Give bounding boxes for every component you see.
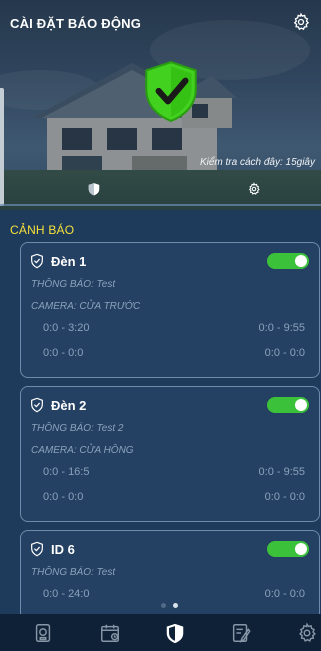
time-range: 0:0 - 3:20: [43, 322, 90, 334]
section-title: CẢNH BÁO: [10, 223, 75, 237]
settings-tab-icon[interactable]: [247, 182, 261, 196]
time-range: 0:0 - 0:0: [264, 347, 305, 359]
notes-icon: [232, 624, 251, 643]
alert-card[interactable]: ID 6 THÔNG BÁO: Test 0:0 - 24:0 0:0 - 0:…: [20, 530, 320, 614]
gear-icon: [299, 622, 316, 642]
gear-icon[interactable]: [291, 12, 311, 32]
page-indicator: [0, 603, 321, 613]
shield-check-icon: [31, 541, 43, 557]
shield-check-icon: [31, 397, 43, 413]
time-range: 0:0 - 16:5: [43, 466, 90, 478]
nav-schedule[interactable]: [99, 622, 121, 644]
alert-notify: THÔNG BÁO: Test: [31, 279, 116, 290]
shield-check-icon: [145, 61, 197, 123]
alert-toggle[interactable]: [267, 397, 309, 413]
schedule-icon: [101, 624, 119, 642]
nav-camera[interactable]: [32, 622, 54, 644]
alert-name: Đèn 2: [51, 397, 87, 413]
time-range: 0:0 - 0:0: [264, 588, 305, 600]
nav-notes[interactable]: [230, 622, 252, 644]
last-check-text: Kiểm tra cách đây: 15giây: [199, 157, 315, 168]
camera-icon: [35, 624, 51, 642]
bottom-nav: [0, 614, 321, 651]
time-range: 0:0 - 0:0: [43, 491, 84, 503]
alert-card[interactable]: Đèn 1 THÔNG BÁO: Test CAMERA: CỬA TRƯỚC …: [20, 242, 320, 378]
alert-toggle[interactable]: [267, 253, 309, 269]
page-title: CÀI ĐẶT BÁO ĐỘNG: [10, 16, 142, 31]
time-range: 0:0 - 9:55: [258, 466, 305, 478]
shield-icon: [166, 623, 184, 644]
hero-tabs: [0, 178, 321, 202]
alert-name: Đèn 1: [51, 253, 87, 269]
alert-toggle[interactable]: [267, 541, 309, 557]
alert-notify: THÔNG BÁO: Test 2: [31, 423, 124, 434]
shield-check-icon: [31, 253, 43, 269]
pager-dot[interactable]: [161, 603, 166, 608]
alert-camera: CAMERA: CỬA TRƯỚC: [31, 301, 141, 312]
alert-camera: CAMERA: CỬA HÔNG: [31, 445, 134, 456]
nav-settings[interactable]: [296, 622, 318, 644]
pager-dot-active[interactable]: [173, 603, 178, 608]
nav-security[interactable]: [164, 622, 186, 644]
time-range: 0:0 - 24:0: [43, 588, 90, 600]
alert-card[interactable]: Đèn 2 THÔNG BÁO: Test 2 CAMERA: CỬA HÔNG…: [20, 386, 320, 522]
time-range: 0:0 - 0:0: [43, 347, 84, 359]
app-screen: CÀI ĐẶT BÁO ĐỘNG Kiểm tra cách đây: 15gi…: [0, 0, 321, 651]
tab-indicator: [0, 204, 321, 206]
shield-tab-icon[interactable]: [87, 182, 101, 196]
time-range: 0:0 - 0:0: [264, 491, 305, 503]
alert-name: ID 6: [51, 541, 75, 557]
time-range: 0:0 - 9:55: [258, 322, 305, 334]
alert-notify: THÔNG BÁO: Test: [31, 567, 116, 578]
